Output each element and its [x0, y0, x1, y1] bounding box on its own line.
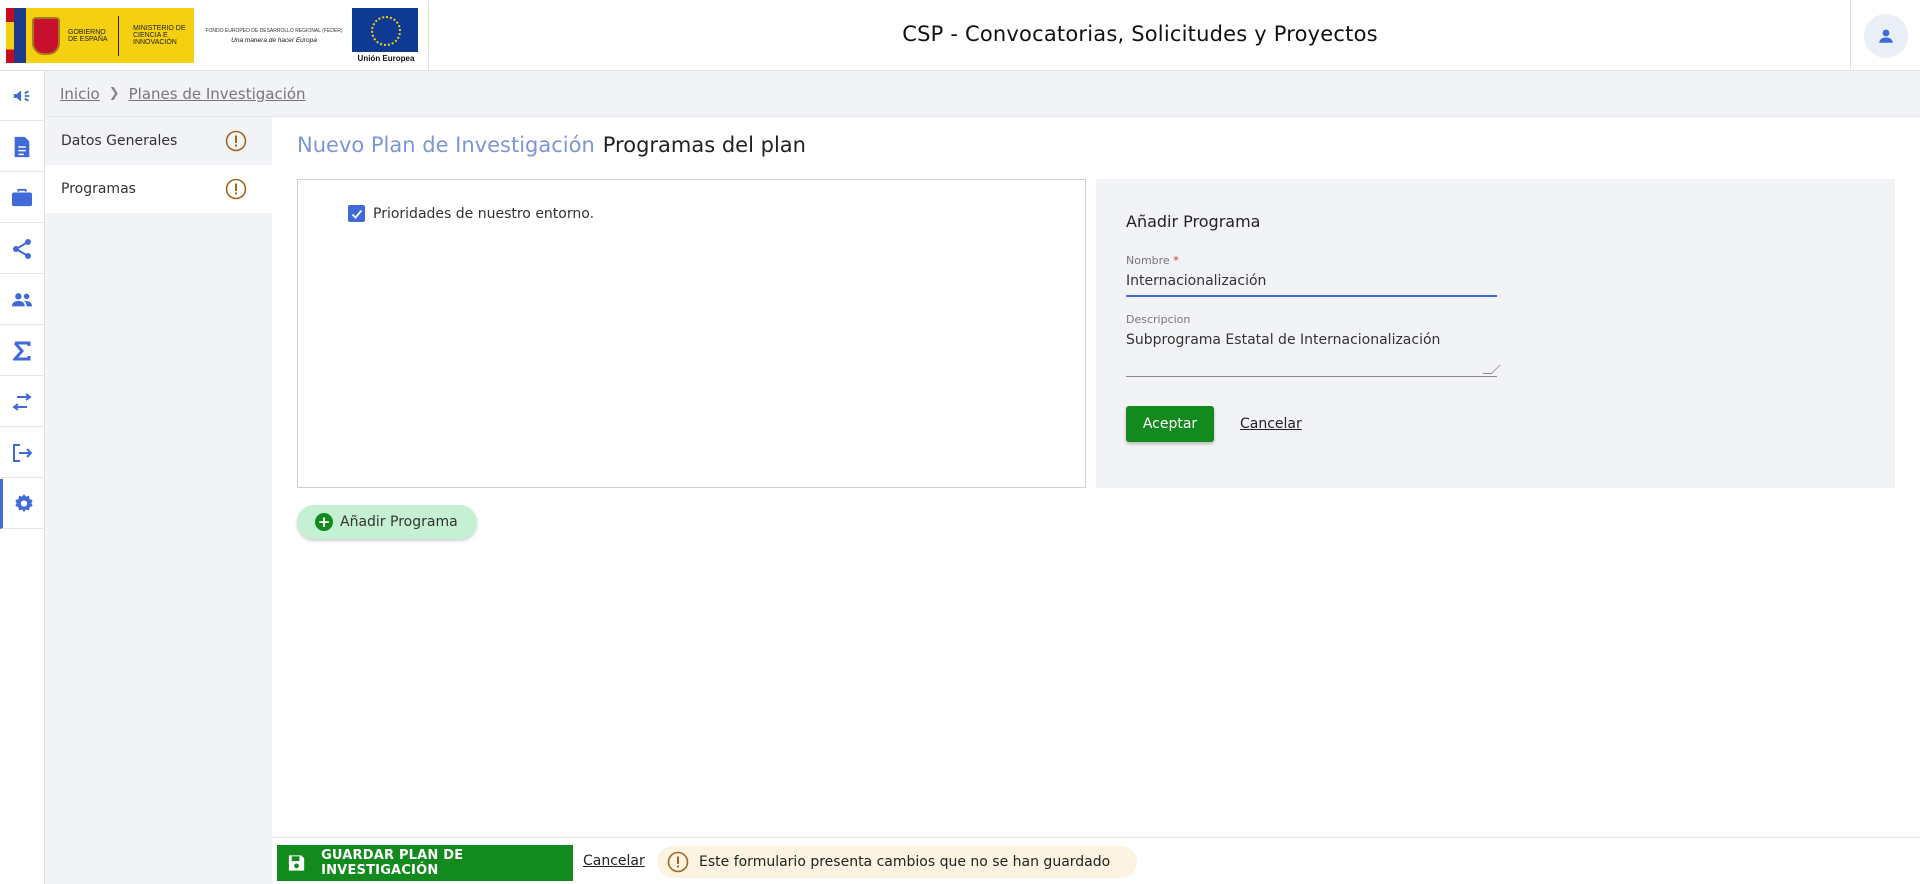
section-nav: Datos Generales Programas — [45, 117, 272, 884]
section-nav-label: Programas — [61, 181, 136, 197]
app-title: CSP - Convocatorias, Solicitudes y Proye… — [902, 22, 1378, 46]
section-nav-label: Datos Generales — [61, 133, 178, 149]
rail-item-personas[interactable] — [0, 275, 44, 325]
name-field[interactable]: Nombre * Internacionalización — [1126, 254, 1497, 297]
form-title: Añadir Programa — [1126, 212, 1261, 231]
app-header: GOBIERNO DE ESPAÑA MINISTERIO DE CIENCIA… — [0, 0, 1920, 71]
accept-button[interactable]: Aceptar — [1126, 406, 1214, 442]
unsaved-changes-banner: Este formulario presenta cambios que no … — [657, 846, 1137, 878]
tree-item-label: Prioridades de nuestro entorno. — [373, 205, 595, 222]
rail-item-intercambio[interactable] — [0, 377, 44, 427]
name-field-label: Nombre — [1126, 254, 1170, 267]
feder-logo-line2: Una manera de hacer Europa — [231, 37, 317, 44]
coat-of-arms-icon — [32, 16, 60, 55]
save-plan-label: GUARDAR PLAN DE INVESTIGACIÓN — [321, 848, 464, 878]
user-avatar-button[interactable] — [1864, 14, 1908, 58]
programs-tree: Prioridades de nuestro entorno. — [297, 179, 1086, 488]
description-field[interactable]: Descripcion Subprograma Estatal de Inter… — [1126, 313, 1501, 377]
gobierno-logo: GOBIERNO DE ESPAÑA MINISTERIO DE CIENCIA… — [6, 8, 194, 63]
add-program-form: Añadir Programa Nombre * Internacionaliz… — [1096, 179, 1895, 488]
checkbox-checked[interactable] — [348, 205, 365, 222]
share-icon — [13, 238, 31, 259]
footer-cancel-link[interactable]: Cancelar — [583, 853, 645, 869]
feder-logo-line1: FONDO EUROPEO DE DESARROLLO REGIONAL (FE… — [205, 28, 343, 34]
description-text: Subprograma Estatal de Internacionalizac… — [1126, 332, 1441, 348]
description-field-label: Descripcion — [1126, 313, 1191, 326]
rail-item-salir[interactable] — [0, 428, 44, 478]
rail-item-convocatorias[interactable] — [0, 71, 44, 121]
breadcrumb-current-link[interactable]: Planes de Investigación — [129, 85, 306, 103]
eu-flag-icon — [352, 8, 418, 52]
user-icon — [1879, 29, 1893, 43]
required-marker: * — [1173, 254, 1179, 267]
sigma-icon — [13, 341, 31, 360]
page-title-entity: Nuevo Plan de Investigación — [297, 133, 595, 157]
logo-ministry-text: MINISTERIO DE CIENCIA E INNOVACIÓN — [133, 25, 186, 46]
megaphone-icon — [13, 90, 30, 101]
module-rail — [0, 71, 45, 884]
tree-item[interactable]: Prioridades de nuestro entorno. — [348, 205, 594, 222]
logo-gob-text: GOBIERNO DE ESPAÑA — [68, 28, 108, 43]
briefcase-icon — [12, 188, 32, 206]
form-cancel-link[interactable]: Cancelar — [1240, 416, 1302, 432]
description-textarea[interactable]: Subprograma Estatal de Internacionalizac… — [1126, 332, 1501, 377]
warning-icon — [225, 178, 247, 200]
rail-item-proyectos[interactable] — [0, 173, 44, 223]
resize-handle-icon[interactable] — [1482, 365, 1501, 374]
page-title: Nuevo Plan de Investigación Programas del… — [297, 133, 806, 157]
eu-logo-label: Unión Europea — [357, 54, 415, 63]
institution-logos: GOBIERNO DE ESPAÑA MINISTERIO DE CIENCIA… — [6, 8, 428, 64]
breadcrumb-home-link[interactable]: Inicio — [60, 85, 100, 103]
warning-icon — [225, 130, 247, 152]
unsaved-changes-text: Este formulario presenta cambios que no … — [699, 854, 1111, 870]
section-nav-programas[interactable]: Programas — [45, 165, 272, 213]
eu-logo: Unión Europea — [352, 8, 420, 68]
rail-item-compartir[interactable] — [0, 224, 44, 274]
user-menu — [1850, 0, 1920, 71]
name-input[interactable]: Internacionalización — [1126, 273, 1497, 297]
page-title-section: Programas del plan — [602, 133, 806, 157]
plus-circle-icon: + — [315, 513, 333, 531]
warning-icon — [667, 851, 689, 873]
document-icon — [14, 136, 30, 157]
gear-icon — [14, 493, 33, 512]
feder-logo: FONDO EUROPEO DE DESARROLLO REGIONAL (FE… — [204, 28, 344, 44]
rail-item-configuracion[interactable] — [0, 479, 44, 529]
add-program-button[interactable]: + Añadir Programa — [297, 505, 477, 539]
rail-item-solicitudes[interactable] — [0, 122, 44, 172]
check-icon — [351, 209, 362, 219]
swap-icon — [12, 392, 32, 411]
save-plan-button[interactable]: GUARDAR PLAN DE INVESTIGACIÓN — [277, 845, 573, 881]
save-icon — [288, 855, 305, 871]
section-nav-datos-generales[interactable]: Datos Generales — [45, 117, 272, 165]
breadcrumb: Inicio ❯ Planes de Investigación — [45, 71, 1920, 117]
add-program-label: Añadir Programa — [340, 514, 458, 530]
people-icon — [11, 292, 33, 306]
logout-icon — [13, 443, 32, 462]
action-bar: GUARDAR PLAN DE INVESTIGACIÓN Cancelar E… — [272, 837, 1920, 884]
chevron-right-icon: ❯ — [108, 86, 120, 101]
rail-item-sumatorio[interactable] — [0, 326, 44, 376]
